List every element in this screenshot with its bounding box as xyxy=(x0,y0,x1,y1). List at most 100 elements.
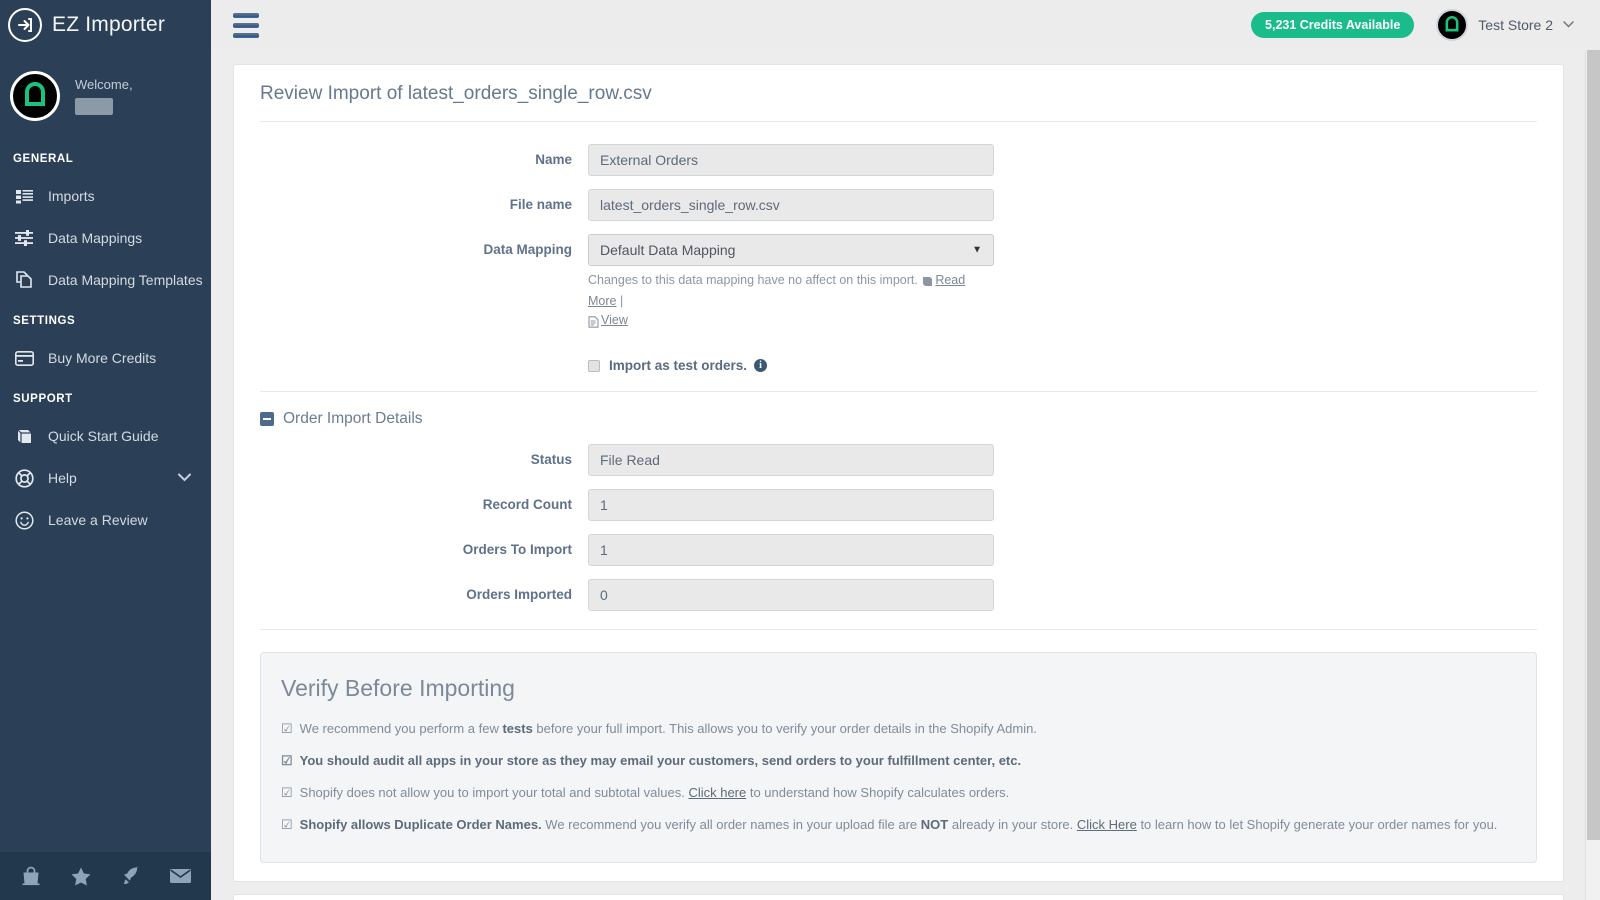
field-control-orders-imported xyxy=(588,579,994,611)
welcome-text: Welcome, xyxy=(75,77,133,115)
rocket-icon[interactable] xyxy=(117,863,143,889)
shopping-bag-icon[interactable] xyxy=(18,863,44,889)
sidebar-item-quick-start-guide[interactable]: Quick Start Guide xyxy=(0,415,211,457)
review-import-panel: Review Import of latest_orders_single_ro… xyxy=(233,64,1564,882)
envelope-icon[interactable] xyxy=(167,863,193,889)
avatar xyxy=(10,71,60,121)
verify-item: ☑ You should audit all apps in your stor… xyxy=(281,750,1514,772)
field-control-file-name xyxy=(588,189,994,221)
verify-item-text: Shopify does not allow you to import you… xyxy=(300,782,1010,804)
data-mapping-select[interactable]: Default Data Mapping ▼ xyxy=(588,234,994,266)
welcome-row: Welcome, xyxy=(0,50,211,139)
store-selector[interactable]: Test Store 2 xyxy=(1436,9,1574,41)
sidebar-item-label: Data Mapping Templates xyxy=(48,272,203,288)
inline-link[interactable]: Click Here xyxy=(1077,817,1137,832)
inline-link[interactable]: Click here xyxy=(688,785,746,800)
field-label-record-count: Record Count xyxy=(260,489,588,521)
sidebar-item-help[interactable]: Help xyxy=(0,457,211,499)
chevron-down-icon[interactable] xyxy=(178,471,191,485)
record-count-input xyxy=(588,489,994,521)
main-region: 5,231 Credits Available Test Store 2 xyxy=(211,0,1600,900)
nav-section-general: GENERAL xyxy=(0,139,211,175)
info-icon[interactable]: i xyxy=(754,359,767,372)
import-as-test-orders-label: Import as test orders. xyxy=(609,358,747,373)
page-title: Review Import of latest_orders_single_ro… xyxy=(260,65,1537,122)
sidebar-item-data-mapping-templates[interactable]: Data Mapping Templates xyxy=(0,259,211,301)
credit-card-icon xyxy=(14,348,34,368)
verify-item-text: Shopify allows Duplicate Order Names. We… xyxy=(300,814,1498,836)
document-icon xyxy=(588,313,599,332)
file-name-input[interactable] xyxy=(588,189,994,221)
book-icon xyxy=(921,273,933,292)
username-redacted xyxy=(75,98,113,115)
field-row-data-mapping: Data Mapping Default Data Mapping ▼ Chan… xyxy=(260,234,1537,332)
section-divider-2 xyxy=(260,629,1537,630)
store-name: Test Store 2 xyxy=(1478,17,1553,33)
field-label-orders-to-import: Orders To Import xyxy=(260,534,588,566)
verify-before-importing-box: Verify Before Importing ☑ We recommend y… xyxy=(260,652,1537,863)
hamburger-icon[interactable] xyxy=(233,13,259,38)
book-icon xyxy=(14,426,34,446)
vertical-scrollbar-track[interactable] xyxy=(1585,50,1600,900)
data-mapping-helper-text: Changes to this data mapping have no aff… xyxy=(588,271,994,332)
brand[interactable]: EZ Importer xyxy=(0,0,211,50)
store-avatar xyxy=(1436,9,1468,41)
brand-title: EZ Importer xyxy=(52,13,165,37)
star-icon[interactable] xyxy=(68,863,94,889)
checkbox-checked-icon: ☑ xyxy=(281,750,293,772)
orders-to-import-input xyxy=(588,534,994,566)
welcome-label: Welcome, xyxy=(75,77,133,92)
field-control-data-mapping: Default Data Mapping ▼ Changes to this d… xyxy=(588,234,994,332)
checkbox-checked-icon: ☑ xyxy=(281,718,293,740)
sidebar-item-label: Quick Start Guide xyxy=(48,428,159,444)
field-label-file-name: File name xyxy=(260,189,588,221)
copy-files-icon xyxy=(14,270,34,290)
field-row-record-count: Record Count xyxy=(260,489,1537,521)
life-ring-icon xyxy=(14,468,34,488)
field-label-name: Name xyxy=(260,144,588,176)
sidebar-item-label: Help xyxy=(48,470,77,486)
field-row-status: Status xyxy=(260,444,1537,476)
nav-section-settings: SETTINGS xyxy=(0,301,211,337)
sidebar-item-data-mappings[interactable]: Data Mappings xyxy=(0,217,211,259)
import-as-test-orders-checkbox[interactable] xyxy=(588,360,600,372)
vertical-scrollbar-thumb[interactable] xyxy=(1587,50,1600,840)
topbar-right: 5,231 Credits Available Test Store 2 xyxy=(1251,9,1574,41)
nav-section-support: SUPPORT xyxy=(0,379,211,415)
sidebar-item-label: Imports xyxy=(48,188,95,204)
field-row-name: Name xyxy=(260,144,1537,176)
orders-imported-input xyxy=(588,579,994,611)
name-input[interactable] xyxy=(588,144,994,176)
sidebar-item-label: Buy More Credits xyxy=(48,350,156,366)
sidebar-item-label: Data Mappings xyxy=(48,230,142,246)
field-label-data-mapping: Data Mapping xyxy=(260,234,588,266)
sidebar-item-label: Leave a Review xyxy=(48,512,148,528)
helper-separator: | xyxy=(620,294,623,308)
list-icon xyxy=(14,186,34,206)
order-import-details-title: Order Import Details xyxy=(283,410,423,428)
verify-item: ☑ Shopify allows Duplicate Order Names. … xyxy=(281,814,1514,836)
content-scroll: Review Import of latest_orders_single_ro… xyxy=(211,50,1600,900)
sidebar: EZ Importer Welcome, GENERAL xyxy=(0,0,211,900)
sidebar-item-leave-a-review[interactable]: Leave a Review xyxy=(0,499,211,541)
credits-badge[interactable]: 5,231 Credits Available xyxy=(1251,12,1414,38)
checkbox-checked-icon: ☑ xyxy=(281,782,293,804)
app-root: EZ Importer Welcome, GENERAL xyxy=(0,0,1600,900)
test-orders-row: Import as test orders. i xyxy=(260,358,1537,373)
sign-in-arrow-icon xyxy=(8,8,42,42)
sidebar-footer xyxy=(0,852,211,900)
chevron-down-icon: ▼ xyxy=(972,245,982,256)
smiley-icon xyxy=(14,510,34,530)
data-mapping-selected-value: Default Data Mapping xyxy=(600,242,735,258)
checkbox-checked-icon: ☑ xyxy=(281,814,293,836)
field-row-orders-to-import: Orders To Import xyxy=(260,534,1537,566)
verify-item-text: We recommend you perform a few tests bef… xyxy=(300,718,1037,740)
sidebar-item-imports[interactable]: Imports xyxy=(0,175,211,217)
next-panel-partial xyxy=(233,894,1564,900)
field-label-orders-imported: Orders Imported xyxy=(260,579,588,611)
collapse-toggle-icon[interactable] xyxy=(260,412,274,426)
sidebar-item-buy-more-credits[interactable]: Buy More Credits xyxy=(0,337,211,379)
view-link[interactable]: View xyxy=(601,313,628,327)
sliders-icon xyxy=(14,228,34,248)
verify-item: ☑ We recommend you perform a few tests b… xyxy=(281,718,1514,740)
